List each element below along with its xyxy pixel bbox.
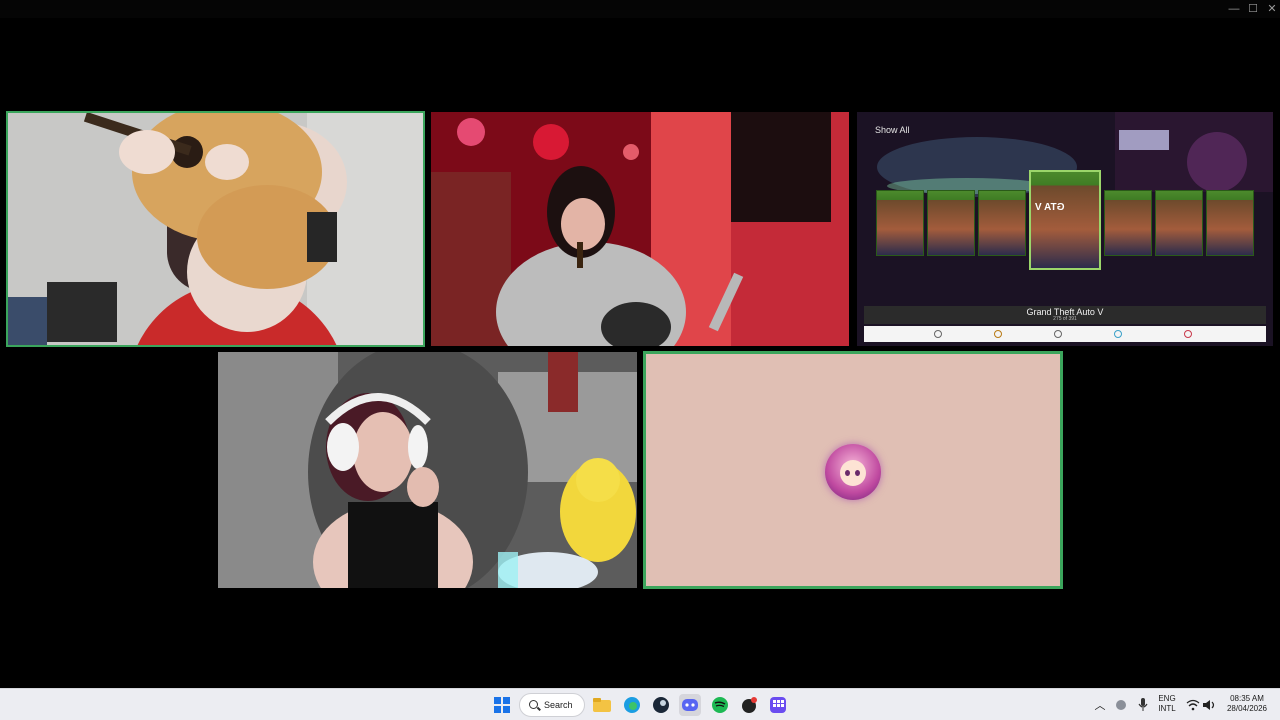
- taskbar: Search ︿ ENG INTL 08:35 AM 28/04/2026: [0, 688, 1280, 720]
- participant-tile-streamer[interactable]: [218, 352, 637, 588]
- avatar-eye: [845, 470, 850, 476]
- title-bar: — ☐ ✕: [0, 0, 1280, 18]
- clock[interactable]: 08:35 AM 28/04/2026: [1222, 694, 1272, 714]
- language-indicator[interactable]: ENG INTL: [1152, 694, 1182, 714]
- y-button-icon: [994, 330, 1002, 338]
- taskbar-search[interactable]: Search: [519, 693, 585, 717]
- x-button-icon: [934, 330, 942, 338]
- controller-hints-bar: [864, 326, 1266, 342]
- keyboard-layout: INTL: [1158, 704, 1176, 713]
- close-button[interactable]: ✕: [1262, 2, 1280, 16]
- red-room-video-frame: [431, 112, 849, 346]
- show-all-link[interactable]: Show All: [875, 125, 910, 135]
- game-cover[interactable]: [1104, 190, 1152, 256]
- participant-tile-screen-share[interactable]: Show All GTA V Grand Theft Auto V 275 of…: [857, 112, 1273, 346]
- volume-icon[interactable]: [1198, 694, 1220, 716]
- streamer-video-frame: [218, 352, 637, 588]
- game-title-bar: Grand Theft Auto V 275 of 391: [864, 306, 1266, 324]
- x-blue-button-icon: [1114, 330, 1122, 338]
- game-cover[interactable]: [1155, 190, 1203, 256]
- search-label: Search: [544, 700, 573, 710]
- steam-icon[interactable]: [650, 694, 672, 716]
- language-code: ENG: [1158, 694, 1176, 703]
- participant-tile-red-room[interactable]: [431, 112, 849, 346]
- clock-time: 08:35 AM: [1230, 694, 1264, 703]
- microphone-icon[interactable]: [1132, 694, 1154, 716]
- cover-title: GTA V: [1035, 202, 1065, 213]
- minimize-button[interactable]: —: [1224, 2, 1244, 16]
- clock-date: 28/04/2026: [1226, 704, 1268, 713]
- participant-tile-avatar[interactable]: [643, 351, 1063, 589]
- avatar: [825, 444, 881, 500]
- windows-start-icon[interactable]: [491, 694, 513, 716]
- game-cover-selected[interactable]: GTA V: [1029, 170, 1101, 270]
- app-grid-icon[interactable]: [767, 694, 789, 716]
- chevron-up-icon[interactable]: ︿: [1089, 694, 1111, 716]
- avatar-face: [840, 460, 866, 486]
- app-with-notification-icon[interactable]: [738, 694, 760, 716]
- discord-icon[interactable]: [679, 694, 701, 716]
- tray-app-icon[interactable]: [1110, 694, 1132, 716]
- avatar-eye: [855, 470, 860, 476]
- discord-call-window: — ☐ ✕ Show All GTA V Grand Theft Auto V …: [0, 0, 1280, 688]
- file-explorer-icon[interactable]: [591, 694, 613, 716]
- game-cover[interactable]: [927, 190, 975, 256]
- game-cover[interactable]: [1206, 190, 1254, 256]
- spotify-icon[interactable]: [709, 694, 731, 716]
- search-icon: [529, 700, 538, 709]
- edge-browser-icon[interactable]: [621, 694, 643, 716]
- game-cover[interactable]: [876, 190, 924, 256]
- b-button-icon: [1184, 330, 1192, 338]
- game-cover[interactable]: [978, 190, 1026, 256]
- maximize-button[interactable]: ☐: [1243, 2, 1263, 16]
- participant-tile-guitar[interactable]: [6, 111, 425, 347]
- game-count: 275 of 391: [1053, 316, 1077, 322]
- start-button-icon: [1054, 330, 1062, 338]
- guitar-video-frame: [7, 112, 424, 346]
